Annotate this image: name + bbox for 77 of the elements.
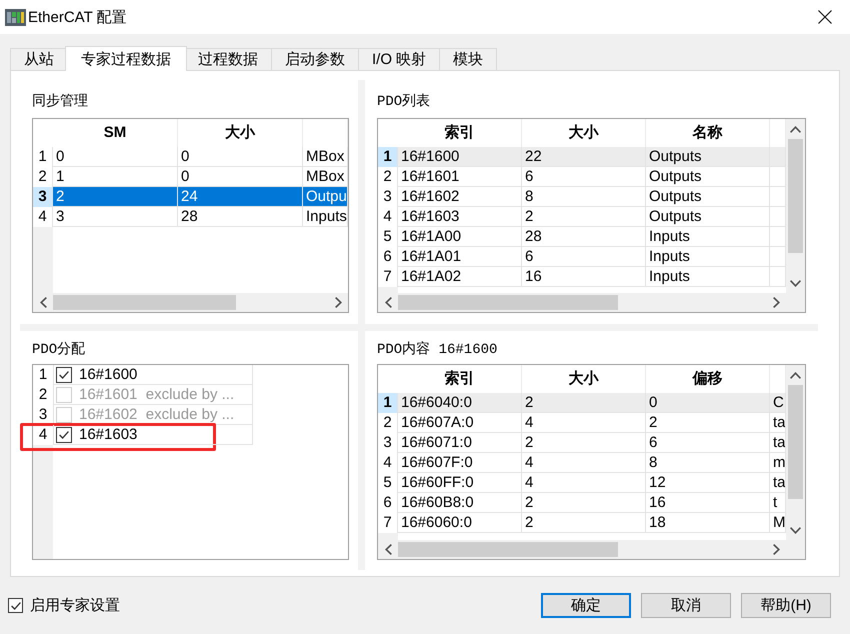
section-title: PDO内容 16#1600 [377,341,498,359]
table-row[interactable]: 5 16#1A00 28 Inputs [378,227,786,247]
chevron-right-icon[interactable] [334,297,342,308]
item-label: 16#1600 [79,366,138,382]
scrollbar-thumb[interactable] [53,295,236,310]
tab[interactable]: 从站 [10,48,68,70]
checkbox[interactable] [56,426,72,442]
item-label: 16#1602 exclude by ... [79,406,234,422]
row-number: 4 [38,425,48,445]
close-icon[interactable] [818,10,832,24]
chevron-up-icon[interactable] [790,372,801,378]
list-item[interactable]: 16#1600 [53,365,253,385]
tab[interactable]: 专家过程数据 [65,46,187,71]
table-row[interactable]: 1 0 0 MBox [33,147,348,167]
table-row[interactable]: 6 16#60B8:0 2 16 t [378,493,786,513]
checkbox-label[interactable]: 启用专家设置 [30,596,120,615]
table-cell: 18 [646,513,770,533]
table-row[interactable]: 7 16#1A02 16 Inputs [378,267,786,287]
table-cell: 16 [522,267,646,287]
app-icon [5,8,26,26]
table-row[interactable]: 2 1 0 MBox [33,167,348,187]
table-row[interactable]: 3 2 24 Outpu [33,187,348,207]
scrollbar-thumb[interactable] [398,542,618,557]
section-title: PDO分配 [32,341,86,359]
checkmark-icon [59,370,69,378]
table-cell: Inputs [646,267,770,287]
vertical-scrollbar[interactable] [786,365,805,540]
row-number: 1 [38,365,48,385]
chevron-left-icon[interactable] [384,544,392,555]
row-number: 1 [378,147,398,167]
chevron-left-icon[interactable] [40,297,46,308]
chevron-down-icon[interactable] [790,280,801,286]
table-cell: 16#6060:0 [398,513,522,533]
table-row[interactable]: 6 16#1A01 6 Inputs [378,247,786,267]
table-row[interactable]: 2 16#1601 6 Outputs [378,167,786,187]
checkbox[interactable] [8,598,23,613]
row-number: 1 [378,393,398,413]
dialog-button[interactable]: 确定 [541,593,631,618]
section-title: 同步管理 [32,93,88,111]
chevron-right-icon[interactable] [772,544,780,555]
row-number: 4 [33,207,53,227]
table-cell: 28 [178,207,303,227]
table-cell: 16#1A02 [398,267,522,287]
table-cell: 2 [522,513,646,533]
window-title: EtherCAT 配置 [28,8,127,26]
checkbox[interactable] [56,366,72,382]
scrollbar-thumb[interactable] [398,295,618,310]
chevron-right-icon[interactable] [772,297,780,308]
section-title: PDO列表 [377,93,430,111]
item-label: 16#1601 exclude by ... [79,386,234,402]
row-number: 3 [38,405,48,425]
row-number: 7 [378,513,398,533]
checkmark-icon [10,602,20,610]
table-cell: 3 [53,207,178,227]
row-number: 2 [38,385,48,405]
chevron-left-icon[interactable] [384,297,392,308]
chevron-up-icon[interactable] [790,126,801,132]
dialog-button[interactable]: 取消 [641,593,731,618]
table-row[interactable]: 1 16#6040:0 2 0 C [378,393,786,413]
table-row[interactable]: 4 16#1603 2 Outputs [378,207,786,227]
checkmark-icon [59,430,69,438]
table-row[interactable]: 4 3 28 Inputs [33,207,348,227]
row-number: 7 [378,267,398,287]
table-row[interactable]: 4 16#607F:0 4 8 m [378,453,786,473]
tab[interactable]: 模块 [439,48,498,70]
chevron-down-icon[interactable] [790,526,801,534]
table-row[interactable]: 7 16#6060:0 2 18 M [378,513,786,533]
table-cell: Inputs [303,207,348,227]
table-row[interactable]: 1 16#1600 22 Outputs [378,147,786,167]
list-item[interactable]: 16#1603 [53,425,253,445]
scrollbar-thumb[interactable] [788,139,803,253]
scrollbar-thumb[interactable] [788,385,803,499]
vertical-scrollbar[interactable] [786,119,805,293]
row-number: 3 [33,187,53,207]
dialog-button[interactable]: 帮助(H) [741,593,831,618]
table-row[interactable]: 3 16#1602 8 Outputs [378,187,786,207]
item-label: 16#1603 [79,426,138,442]
